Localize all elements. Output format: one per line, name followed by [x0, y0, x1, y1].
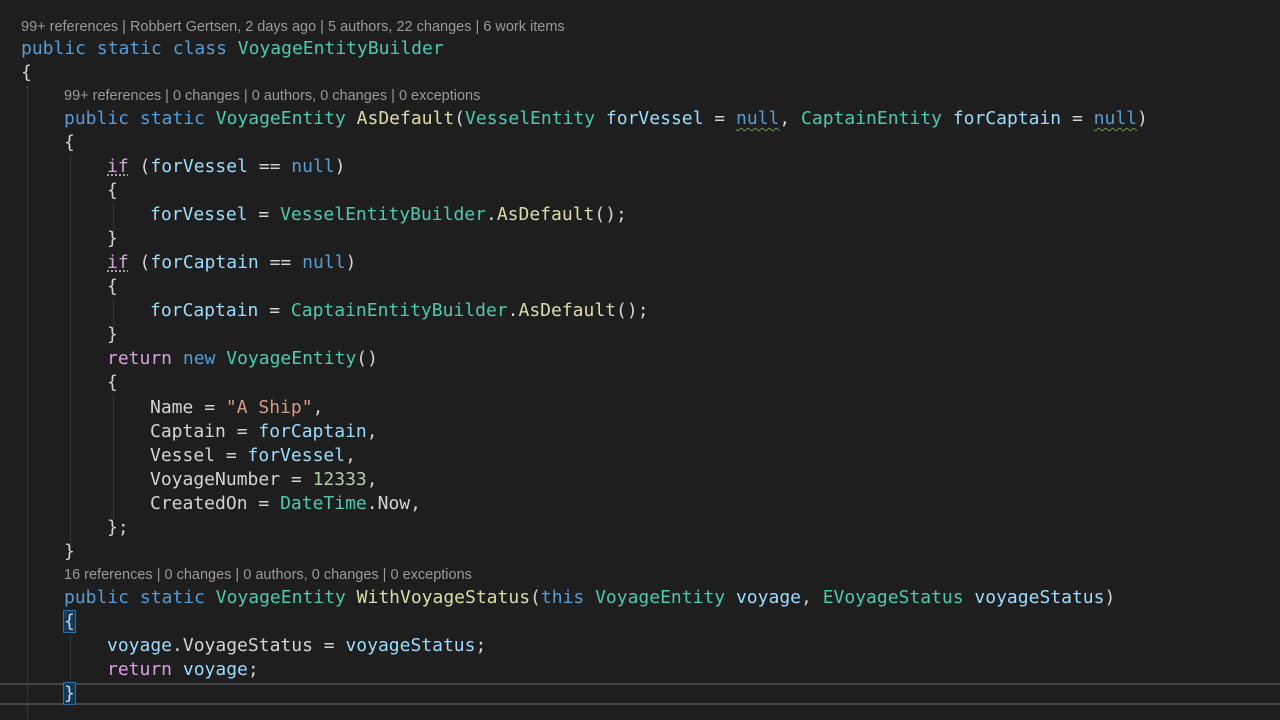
codelens-with-voyage-status[interactable]: 16 references | 0 changes | 0 authors, 0…	[64, 565, 472, 585]
code-line-init-vessel: Vessel = forVessel,	[150, 445, 356, 466]
keyword: static	[139, 108, 205, 129]
keyword: public	[64, 587, 130, 608]
property-name: CreatedOn	[150, 493, 248, 514]
code-line-assign-vessel: forVessel = VesselEntityBuilder.AsDefaul…	[150, 204, 627, 225]
code-line-brace: {	[107, 276, 118, 297]
code-line-brace: }	[63, 682, 76, 706]
type-name: DateTime	[280, 493, 367, 514]
parameter-name: voyage	[107, 635, 173, 656]
code-line-if-captain: if (forCaptain == null)	[107, 252, 357, 273]
property-name: VoyageStatus	[182, 635, 313, 656]
parameter-name: forVessel	[247, 445, 346, 466]
property-name: Vessel	[150, 445, 216, 466]
indent-guide	[27, 86, 28, 720]
property-name: Now	[377, 493, 411, 514]
keyword: return	[107, 348, 173, 369]
code-line-brace: {	[107, 180, 118, 201]
parameter-name: forCaptain	[952, 108, 1062, 129]
code-line-return-voyage: return voyage;	[107, 659, 259, 680]
code-line-init-created-on: CreatedOn = DateTime.Now,	[150, 493, 421, 514]
keyword: null	[735, 108, 780, 129]
parameter-name: forVessel	[150, 204, 248, 225]
keyword: class	[172, 38, 227, 59]
method-name: AsDefault	[518, 300, 617, 321]
class-name: VoyageEntityBuilder	[237, 38, 444, 59]
keyword: return	[107, 659, 173, 680]
keyword: static	[96, 38, 162, 59]
keyword: static	[139, 587, 205, 608]
type-name: VoyageEntity	[215, 108, 346, 129]
string-literal: "A Ship"	[225, 397, 313, 418]
parameter-name: voyage	[182, 659, 248, 680]
method-name: AsDefault	[496, 204, 595, 225]
property-name: Name	[150, 397, 194, 418]
parameter-name: voyage	[735, 587, 801, 608]
type-name: VesselEntity	[465, 108, 596, 129]
keyword: new	[182, 348, 216, 369]
keyword: if	[107, 252, 129, 273]
type-name: VoyageEntity	[595, 587, 726, 608]
indent-guide	[113, 396, 114, 520]
code-line-init-captain: Captain = forCaptain,	[150, 421, 378, 442]
parameter-name: forVessel	[605, 108, 704, 129]
matching-brace-highlight: }	[63, 682, 76, 705]
type-name: VesselEntityBuilder	[280, 204, 486, 225]
indent-guide	[70, 636, 71, 686]
type-name: VoyageEntity	[226, 348, 357, 369]
keyword: this	[540, 587, 585, 608]
code-line-brace: {	[21, 62, 32, 83]
keyword: public	[21, 38, 87, 59]
type-name: EVoyageStatus	[822, 587, 964, 608]
keyword: null	[302, 252, 346, 273]
type-name: VoyageEntity	[215, 587, 346, 608]
keyword: null	[291, 156, 335, 177]
parameter-name: voyageStatus	[345, 635, 476, 656]
matching-brace-highlight: {	[63, 610, 76, 633]
property-name: Captain	[150, 421, 226, 442]
code-line-init-voyage-number: VoyageNumber = 12333,	[150, 469, 378, 490]
code-line-assign-status: voyage.VoyageStatus = voyageStatus;	[107, 635, 487, 656]
codelens-class[interactable]: 99+ references | Robbert Gertsen, 2 days…	[21, 17, 565, 37]
code-line-return-new: return new VoyageEntity()	[107, 348, 378, 369]
parameter-name: forCaptain	[258, 421, 367, 442]
type-name: CaptainEntity	[801, 108, 942, 129]
method-name: AsDefault	[356, 108, 455, 129]
indent-guide	[70, 156, 71, 548]
code-line-assign-captain: forCaptain = CaptainEntityBuilder.AsDefa…	[150, 300, 649, 321]
code-line-if-vessel: if (forVessel == null)	[107, 156, 346, 177]
code-line-brace: }	[64, 541, 75, 562]
code-line-as-default-signature: public static VoyageEntity AsDefault(Ves…	[64, 108, 1148, 129]
code-line-with-status-signature: public static VoyageEntity WithVoyageSta…	[64, 587, 1116, 608]
parameter-name: voyageStatus	[974, 587, 1105, 608]
parameter-name: forVessel	[150, 156, 248, 177]
number-literal: 12333	[312, 469, 367, 490]
code-line-class-declaration: public static class VoyageEntityBuilder	[21, 37, 444, 61]
code-line-brace: {	[64, 132, 75, 153]
keyword: null	[1093, 108, 1138, 129]
code-editor[interactable]: 99+ references | Robbert Gertsen, 2 days…	[0, 0, 1280, 720]
keyword: if	[107, 156, 129, 177]
method-name: WithVoyageStatus	[356, 587, 531, 608]
parameter-name: forCaptain	[150, 252, 259, 273]
code-line-brace: }	[107, 324, 118, 345]
type-name: CaptainEntityBuilder	[290, 300, 508, 321]
property-name: VoyageNumber	[150, 469, 281, 490]
codelens-as-default[interactable]: 99+ references | 0 changes | 0 authors, …	[64, 86, 480, 106]
code-line-brace: };	[107, 517, 129, 538]
code-line-brace: {	[63, 610, 76, 634]
code-line-brace: {	[107, 372, 118, 393]
code-line-init-name: Name = "A Ship",	[150, 397, 324, 418]
keyword: public	[64, 108, 130, 129]
code-line-brace: }	[107, 228, 118, 249]
current-line-highlight	[0, 683, 1280, 705]
parameter-name: forCaptain	[150, 300, 259, 321]
